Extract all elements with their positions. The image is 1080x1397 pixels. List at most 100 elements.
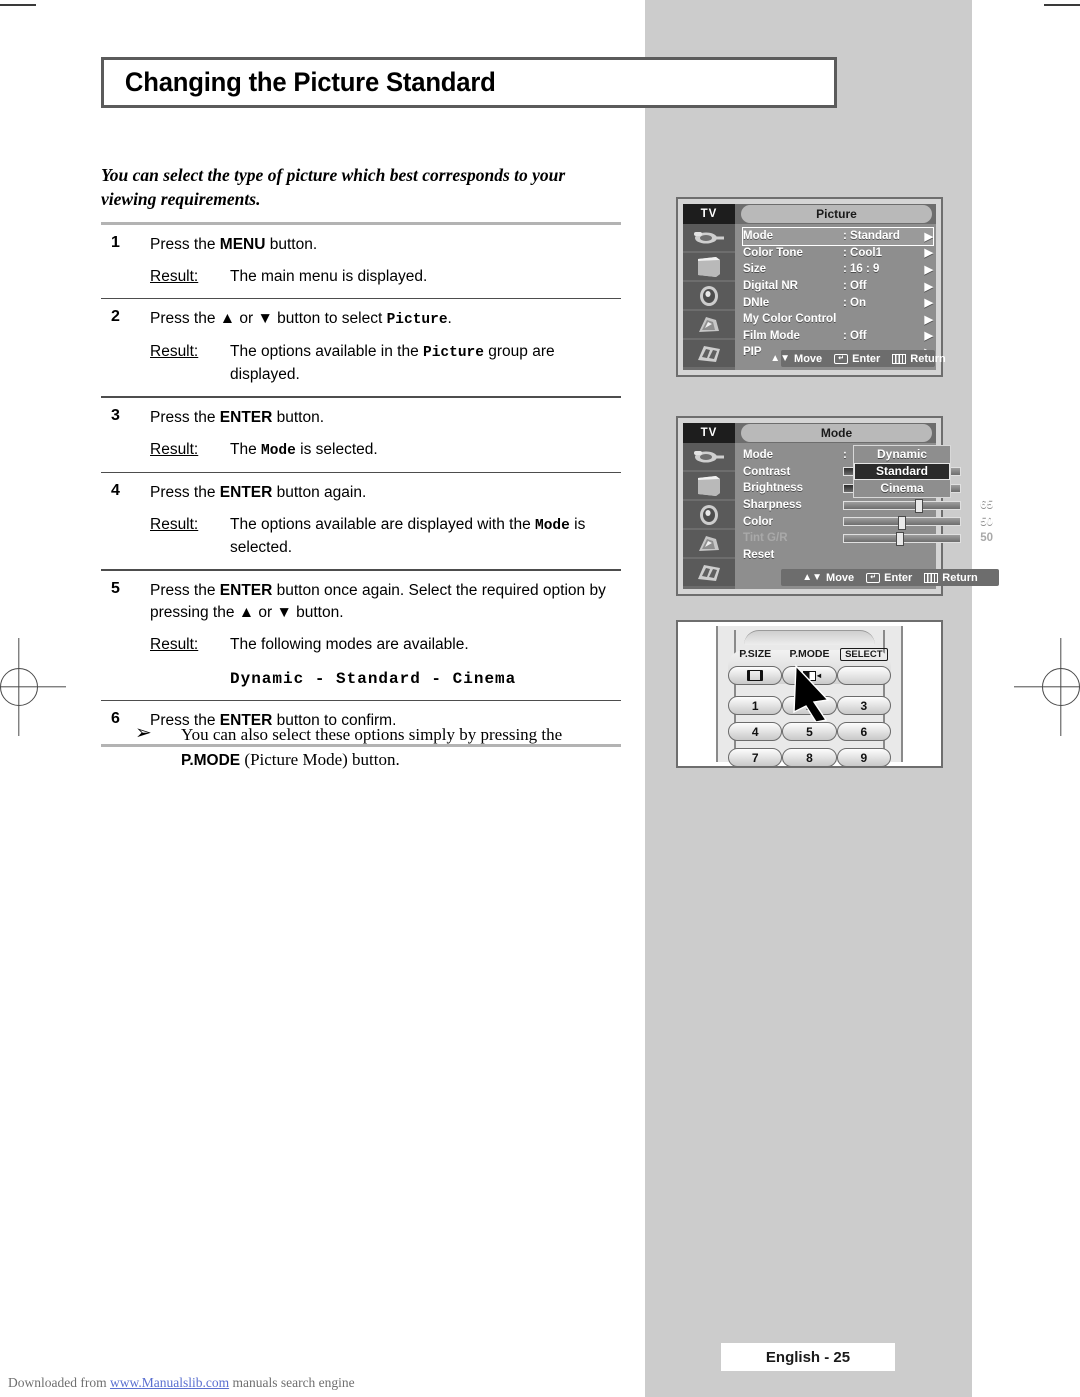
result-text-pre: The options available in the (230, 343, 424, 361)
sound-speaker-icon[interactable] (683, 282, 735, 309)
result-text: The options available are displayed with… (230, 514, 621, 559)
footer-move: ▲▼ Move (802, 572, 854, 584)
keypad-button-5[interactable]: 5 (782, 722, 837, 741)
enter-key-icon: ↵ (834, 353, 849, 364)
osd-row-value: : Off (843, 329, 867, 342)
step-instruction-pre: Press the ▲ or ▼ button to select (150, 310, 387, 328)
osd-mode-title: Mode (741, 424, 932, 442)
chevron-right-icon: ▶ (924, 330, 933, 343)
picture-tv-icon[interactable] (683, 253, 735, 280)
picture-tv-icon[interactable] (683, 472, 735, 499)
osd-picture-footer: ▲▼ Move ↵ Enter Return (770, 350, 946, 367)
osd-row-my-color-control[interactable]: My Color Control ▶ (743, 311, 933, 328)
enter-key-icon: ↵ (866, 572, 881, 583)
keypad-button-9[interactable]: 9 (836, 748, 891, 767)
step-instruction-pre: Press the (150, 581, 220, 599)
sharpness-slider[interactable] (843, 499, 961, 514)
chevron-right-icon: ▶ (924, 280, 933, 293)
step-item: 5 Press the ENTER button once again. Sel… (101, 571, 621, 700)
step-instruction-pre: Press the (150, 484, 220, 502)
manual-page: Changing the Picture Standard You can se… (0, 0, 1080, 1397)
step-instruction: Press the ▲ or ▼ button to select Pictur… (150, 308, 621, 331)
step-instruction-pre: Press the (150, 236, 220, 253)
osd-row-label: Reset (743, 548, 775, 561)
footer-prefix: Downloaded from (8, 1375, 110, 1390)
pip-icon[interactable] (683, 559, 735, 586)
footer-suffix: manuals search engine (229, 1375, 355, 1390)
footer-return: Return (892, 353, 946, 365)
mode-option-standard[interactable]: Standard (854, 463, 950, 480)
note-text-post: (Picture Mode) button. (240, 750, 400, 769)
pip-icon[interactable] (683, 340, 735, 367)
osd-mode-menu: TV Mode Mode: Contrast Brightness Sharp… (676, 416, 999, 596)
menu-bars-icon (892, 353, 907, 364)
mode-option-cinema[interactable]: Cinema (854, 480, 950, 497)
download-footer: Downloaded from www.Manualslib.com manua… (8, 1375, 355, 1391)
osd-row-label: My Color Control (743, 313, 837, 326)
result-label: Result: (150, 440, 199, 458)
step-instruction-post: button again. (272, 484, 367, 502)
step-instruction: Press the ENTER button again. (150, 482, 621, 504)
psize-button[interactable] (728, 666, 783, 685)
footer-enter: ↵ Enter (834, 353, 880, 365)
input-source-icon[interactable] (683, 443, 735, 470)
sound-speaker-icon[interactable] (683, 501, 735, 528)
step-key: ENTER (219, 484, 273, 502)
note-text: You can also select these options simply… (181, 722, 621, 773)
step-instruction-pre: Press the (150, 408, 220, 426)
step-key: ENTER (219, 408, 273, 426)
registration-mark-right (1014, 638, 1080, 736)
step-instruction-post: button. (272, 408, 325, 426)
osd-icon-column (683, 224, 735, 370)
osd-row-size[interactable]: Size : 16 : 9 ▶ (743, 261, 933, 278)
step-result: Result: The options available are displa… (150, 514, 621, 559)
osd-row-color-tone[interactable]: Color Tone : Cool1 ▶ (743, 245, 933, 262)
color-slider[interactable] (843, 515, 961, 530)
osd-row-dnie[interactable]: DNIe : On ▶ (743, 294, 933, 311)
step-result: Result: The main menu is displayed. (150, 266, 621, 288)
setup-icon[interactable] (683, 530, 735, 557)
osd-picture-title: Picture (741, 205, 932, 223)
mode-option-dynamic[interactable]: Dynamic (854, 446, 950, 463)
chevron-right-icon: ▶ (924, 247, 933, 260)
note-text-pre: You can also select these options simply… (181, 725, 563, 744)
footer-move: ▲▼ Move (770, 353, 822, 365)
footer-move-label: Move (826, 571, 855, 584)
page-title-box: Changing the Picture Standard (101, 57, 837, 108)
menu-bars-icon (924, 572, 939, 583)
step-key: MENU (219, 236, 266, 253)
osd-row-digital-nr[interactable]: Digital NR : Off ▶ (743, 278, 933, 295)
osd-row-color[interactable]: Color 50 (743, 513, 997, 530)
color-value: 50 (980, 515, 993, 528)
result-mono-term: Mode (261, 442, 296, 459)
keypad-row-2: 4 5 6 (728, 722, 891, 741)
osd-picture-menu: TV Picture Mode: Standard ▶ Color Tone … (676, 197, 946, 377)
note-block: ➢ You can also select these options simp… (101, 722, 621, 773)
step-result: Result: The following modes are availabl… (150, 634, 621, 656)
step-number: 3 (111, 406, 120, 424)
manualslib-link[interactable]: www.Manualslib.com (110, 1375, 229, 1390)
osd-mode-titlebar: TV Mode (683, 423, 936, 443)
keypad-button-6[interactable]: 6 (836, 722, 891, 741)
setup-icon[interactable] (683, 311, 735, 338)
osd-row-mode[interactable]: Mode : Standard ▶ (742, 227, 934, 246)
crop-mark-top-right (1044, 4, 1080, 6)
osd-row-film-mode[interactable]: Film Mode : Off ▶ (743, 328, 933, 345)
keypad-button-1[interactable]: 1 (728, 696, 783, 715)
result-text: The main menu is displayed. (230, 268, 428, 285)
step-mono-term: Picture (386, 312, 448, 329)
osd-row-reset[interactable]: Reset (743, 547, 997, 564)
step-instruction-post: . (447, 310, 452, 328)
input-source-icon[interactable] (683, 224, 735, 251)
keypad-button-7[interactable]: 7 (728, 748, 783, 767)
keypad-button-4[interactable]: 4 (728, 722, 783, 741)
mode-dropdown[interactable]: Dynamic Standard Cinema (853, 445, 951, 498)
osd-picture-titlebar: TV Picture (683, 204, 936, 224)
osd-row-label: Sharpness (743, 499, 802, 512)
osd-row-sharpness[interactable]: Sharpness 65 (743, 497, 997, 514)
crop-mark-top-left (0, 4, 36, 6)
up-down-arrows-icon: ▲▼ (802, 571, 823, 583)
registration-mark-left (0, 638, 66, 736)
result-label: Result: (150, 343, 199, 361)
keypad-button-8[interactable]: 8 (782, 748, 837, 767)
